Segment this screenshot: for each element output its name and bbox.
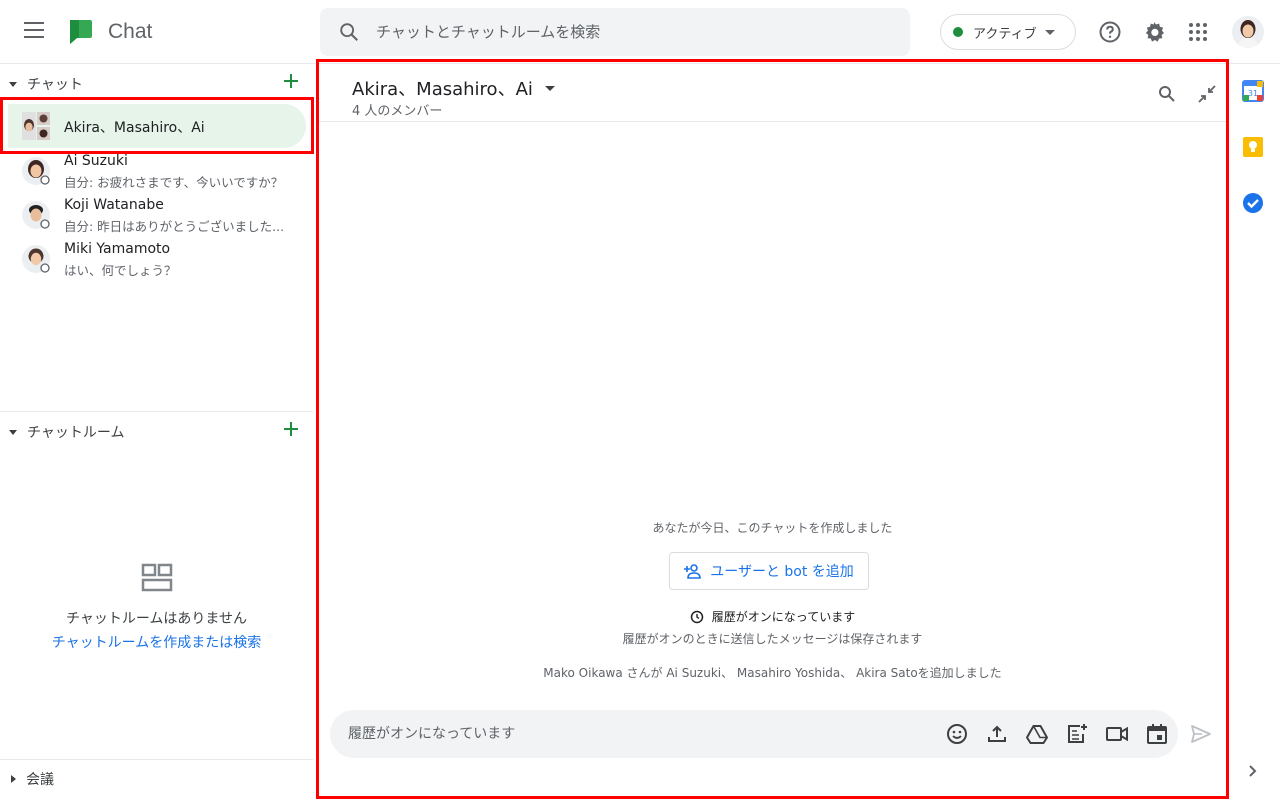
create-room-link[interactable]: チャットルームを作成または検索 — [0, 632, 313, 652]
calendar-icon[interactable] — [1145, 722, 1169, 746]
status-dot — [953, 27, 963, 37]
conversation-title-text: Akira、Masahiro、Ai — [352, 79, 533, 100]
message-composer[interactable] — [330, 710, 1178, 758]
minimize-icon[interactable] — [1197, 84, 1217, 104]
add-people-bots-button[interactable]: ユーザーと bot を追加 — [669, 552, 869, 590]
new-chat-plus-icon[interactable] — [283, 73, 299, 89]
chats-section-header[interactable]: チャット — [0, 66, 313, 102]
help-icon[interactable] — [1098, 20, 1122, 44]
chat-item-name: Miki Yamamoto — [64, 241, 171, 257]
add-button-label: ユーザーと bot を追加 — [710, 564, 854, 580]
rooms-empty-title: チャットルームはありません — [65, 611, 248, 627]
chevron-down-icon — [1044, 29, 1055, 35]
member-count[interactable]: 4 人のメンバー — [352, 100, 442, 119]
section-divider — [0, 759, 313, 760]
status-label: アクティブ — [973, 26, 1037, 42]
apps-grid-icon[interactable] — [1186, 20, 1210, 44]
history-status: 履歴がオンになっています — [319, 608, 1226, 625]
message-input[interactable] — [348, 710, 908, 758]
conversation-panel: Akira、Masahiro、Ai 4 人のメンバー あなたが今日、このチャット… — [316, 59, 1229, 799]
gear-icon[interactable] — [1142, 20, 1166, 44]
new-room-plus-icon[interactable] — [283, 421, 299, 437]
chat-item-koji-watanabe[interactable]: Koji Watanabe 自分: 昨日はありがとうございました... — [8, 193, 306, 237]
conversation-title[interactable]: Akira、Masahiro、Ai — [352, 75, 555, 101]
emoji-icon[interactable] — [945, 722, 969, 746]
search-input[interactable] — [376, 8, 896, 56]
meetings-section-label: 会議 — [26, 772, 54, 788]
rooms-section-header[interactable]: チャットルーム — [0, 414, 313, 450]
rooms-empty-state: チャットルームはありません チャットルームを作成または検索 — [0, 562, 313, 652]
meetings-section-header[interactable]: 会議 — [0, 761, 313, 797]
collapse-icon[interactable] — [9, 429, 17, 435]
drive-icon[interactable] — [1025, 722, 1049, 746]
status-selector[interactable]: アクティブ — [940, 14, 1076, 50]
chat-item-preview: はい、何でしょう？ — [64, 263, 177, 278]
group-avatar — [22, 112, 50, 140]
added-members-notice: Mako Oikawa さんが Ai Suzuki、 Masahiro Yosh… — [543, 666, 1002, 680]
chat-item-name: Akira、Masahiro、Ai — [64, 120, 205, 136]
search-bar[interactable] — [320, 8, 910, 56]
chat-item-preview: 自分: 昨日はありがとうございました... — [64, 219, 285, 234]
tasks-app-icon[interactable] — [1242, 192, 1264, 214]
upload-icon[interactable] — [985, 722, 1009, 746]
avatar — [22, 245, 50, 273]
chat-item-ai-suzuki[interactable]: Ai Suzuki 自分: お疲れさまです、今いいですか？ — [8, 149, 306, 193]
created-notice: あなたが今日、このチャットを作成しました — [652, 521, 893, 535]
avatar — [22, 201, 50, 229]
chat-item-name: Ai Suzuki — [64, 153, 128, 169]
expand-icon[interactable] — [11, 775, 16, 783]
add-person-icon — [684, 564, 702, 579]
chevron-down-icon[interactable] — [544, 85, 555, 91]
search-icon[interactable] — [338, 21, 360, 43]
chat-item-preview: 自分: お疲れさまです、今いいですか？ — [64, 175, 284, 190]
top-bar: Chat アクティブ — [0, 0, 1280, 64]
calendar-app-icon[interactable]: 31 — [1242, 80, 1264, 102]
history-icon — [690, 610, 704, 623]
collapse-icon[interactable] — [9, 81, 17, 87]
history-title: 履歴がオンになっています — [711, 610, 856, 624]
video-call-icon[interactable] — [1105, 722, 1129, 746]
chevron-right-icon[interactable] — [1242, 760, 1264, 782]
chat-logo-icon — [70, 20, 92, 44]
history-description: 履歴がオンのときに送信したメッセージは保存されます — [622, 632, 923, 646]
account-avatar[interactable] — [1232, 16, 1264, 48]
send-icon[interactable] — [1189, 722, 1213, 746]
chats-section-label: チャット — [27, 77, 83, 93]
app-name[interactable]: Chat — [108, 20, 152, 44]
chat-item-name: Koji Watanabe — [64, 197, 164, 213]
keep-app-icon[interactable] — [1242, 136, 1264, 158]
main-menu-icon[interactable] — [24, 22, 46, 42]
chat-item-group[interactable]: Akira、Masahiro、Ai — [8, 104, 306, 148]
chat-item-miki-yamamoto[interactable]: Miki Yamamoto はい、何でしょう？ — [8, 237, 306, 281]
rooms-section-label: チャットルーム — [27, 425, 125, 441]
add-doc-icon[interactable] — [1065, 722, 1089, 746]
left-panel: チャット Akira、Masahiro、Ai Ai Suzuki 自分: お疲れ… — [0, 64, 313, 800]
rooms-empty-icon — [141, 563, 172, 592]
section-divider — [0, 411, 313, 412]
svg-text:31: 31 — [1248, 89, 1258, 98]
conversation-header: Akira、Masahiro、Ai 4 人のメンバー — [319, 62, 1226, 122]
avatar — [22, 157, 50, 185]
search-icon[interactable] — [1157, 84, 1177, 104]
